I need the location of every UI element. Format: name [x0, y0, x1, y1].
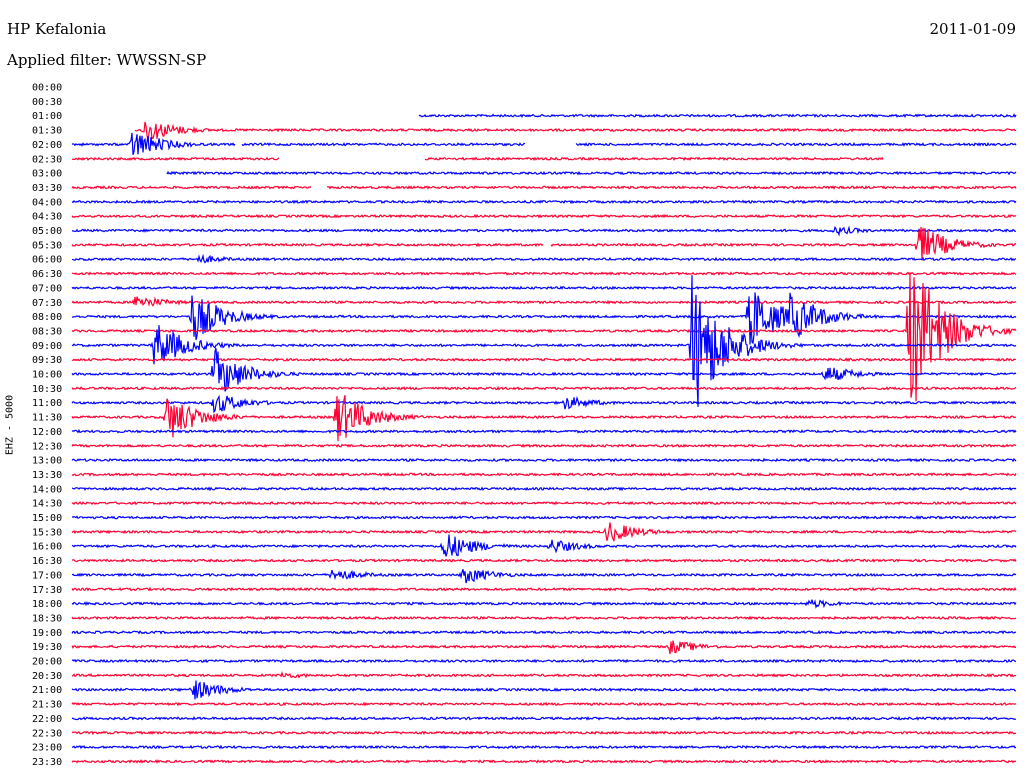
trace-20:30	[71, 671, 1017, 679]
time-label: 20:00	[32, 657, 62, 668]
time-label: 15:00	[32, 513, 62, 524]
time-label: 10:00	[32, 370, 62, 381]
time-label: 09:30	[32, 355, 62, 366]
time-label: 05:30	[32, 240, 62, 251]
trace-18:00	[71, 599, 1017, 609]
trace-18:30	[71, 615, 1017, 621]
time-label: 13:00	[32, 456, 62, 467]
time-label: 08:30	[32, 326, 62, 337]
time-label: 05:00	[32, 226, 62, 237]
trace-20:00	[71, 658, 1017, 664]
time-label: 17:00	[32, 570, 62, 581]
trace-04:30	[71, 213, 1017, 219]
time-label: 01:00	[32, 111, 62, 122]
trace-17:00	[71, 569, 1017, 584]
time-label: 08:00	[32, 312, 62, 323]
trace-23:00	[71, 744, 1017, 750]
time-label: 16:30	[32, 556, 62, 567]
time-label: 16:00	[32, 542, 62, 553]
trace-11:00	[71, 394, 1017, 414]
time-label: 14:00	[32, 484, 62, 495]
trace-21:00	[71, 680, 1016, 700]
time-label: 03:30	[32, 183, 62, 194]
time-label: 19:30	[32, 642, 62, 653]
time-label: 07:00	[32, 283, 62, 294]
time-label: 22:00	[32, 714, 62, 725]
time-label: 13:30	[32, 470, 62, 481]
time-label: 23:30	[32, 757, 62, 768]
seismogram-traces	[71, 113, 1017, 764]
time-label: 21:00	[32, 685, 62, 696]
time-label: 04:00	[32, 197, 62, 208]
time-label: 02:30	[32, 154, 62, 165]
time-label: 07:30	[32, 298, 62, 309]
time-label: 18:00	[32, 599, 62, 610]
trace-13:30	[71, 472, 1017, 477]
time-label: 11:30	[32, 413, 62, 424]
trace-17:30	[71, 586, 1017, 592]
trace-09:00	[71, 275, 1017, 408]
time-label: 19:00	[32, 628, 62, 639]
trace-08:00	[71, 292, 1017, 345]
time-label: 03:00	[32, 169, 62, 180]
time-label: 15:30	[32, 527, 62, 538]
time-label: 12:00	[32, 427, 62, 438]
time-label: 23:00	[32, 743, 62, 754]
trace-10:30	[71, 385, 1017, 391]
trace-02:30	[72, 158, 1016, 160]
trace-15:00	[71, 515, 1017, 520]
trace-22:00	[71, 715, 1017, 721]
time-label: 00:30	[32, 97, 62, 108]
trace-19:00	[71, 629, 1017, 635]
time-label: 09:00	[32, 341, 62, 352]
trace-16:30	[71, 558, 1017, 563]
trace-12:00	[71, 428, 1017, 434]
time-label: 18:30	[32, 613, 62, 624]
trace-22:30	[71, 730, 1017, 736]
time-label: 17:30	[32, 585, 62, 596]
trace-19:30	[71, 640, 1017, 655]
trace-09:30	[72, 357, 1017, 363]
trace-14:30	[71, 500, 1017, 506]
time-label: 11:00	[32, 398, 62, 409]
time-label: 21:30	[32, 700, 62, 711]
time-label: 02:00	[32, 140, 62, 151]
time-axis-labels: 00:00 00:30 01:00 01:30 02:00 02:30 03:00 03:30…	[32, 83, 62, 768]
trace-15:30	[71, 522, 1017, 542]
time-label: 00:00	[32, 83, 62, 94]
trace-07:00	[71, 285, 1017, 291]
trace-01:30	[134, 121, 1017, 142]
time-label: 14:30	[32, 499, 62, 510]
time-label: 04:30	[32, 212, 62, 223]
trace-14:00	[71, 486, 1017, 492]
time-label: 22:30	[32, 728, 62, 739]
trace-03:00	[166, 170, 1017, 176]
trace-08:30	[71, 272, 1017, 402]
trace-06:00	[71, 253, 1017, 264]
trace-02:00	[71, 132, 1017, 155]
trace-06:30	[71, 271, 1017, 276]
trace-01:00	[418, 113, 1017, 119]
helicorder-plot: 00:00 00:30 01:00 01:30 02:00 02:30 03:00 03:30…	[32, 83, 1024, 768]
trace-04:00	[71, 199, 1017, 205]
time-label: 20:30	[32, 671, 62, 682]
trace-16:00	[71, 534, 1017, 557]
time-label: 10:30	[32, 384, 62, 395]
trace-10:00	[71, 348, 1017, 392]
trace-05:00	[71, 225, 1016, 237]
time-label: 06:00	[32, 255, 62, 266]
time-label: 01:30	[32, 126, 62, 137]
time-label: 06:30	[32, 269, 62, 280]
trace-12:30	[71, 443, 1017, 448]
trace-07:30	[71, 296, 1017, 307]
trace-03:30	[71, 185, 1017, 190]
trace-05:30	[71, 226, 1017, 261]
trace-21:30	[71, 701, 1017, 707]
trace-23:30	[71, 759, 1017, 764]
trace-13:00	[71, 457, 1017, 463]
time-label: 12:30	[32, 441, 62, 452]
